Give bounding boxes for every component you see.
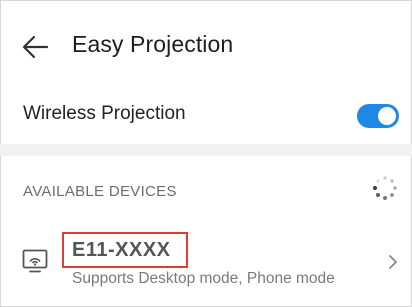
back-button[interactable] xyxy=(18,30,52,64)
device-capabilities: Supports Desktop mode, Phone mode xyxy=(72,270,335,287)
screen-cast-icon xyxy=(22,249,48,273)
spinner-icon xyxy=(372,176,397,200)
device-list-item[interactable]: E11-XXXX Supports Desktop mode, Phone mo… xyxy=(0,222,412,307)
chevron-right-icon xyxy=(389,255,397,269)
page-title: Easy Projection xyxy=(72,31,234,57)
available-devices-heading: AVAILABLE DEVICES xyxy=(23,183,177,200)
wireless-projection-row[interactable]: Wireless Projection xyxy=(0,88,412,144)
header: Easy Projection xyxy=(0,0,412,88)
wireless-projection-toggle[interactable] xyxy=(357,104,399,128)
arrow-left-icon xyxy=(22,35,49,59)
device-name: E11-XXXX xyxy=(72,239,171,261)
toggle-knob xyxy=(378,107,396,125)
wireless-projection-label: Wireless Projection xyxy=(23,103,186,124)
section-divider xyxy=(0,144,412,156)
